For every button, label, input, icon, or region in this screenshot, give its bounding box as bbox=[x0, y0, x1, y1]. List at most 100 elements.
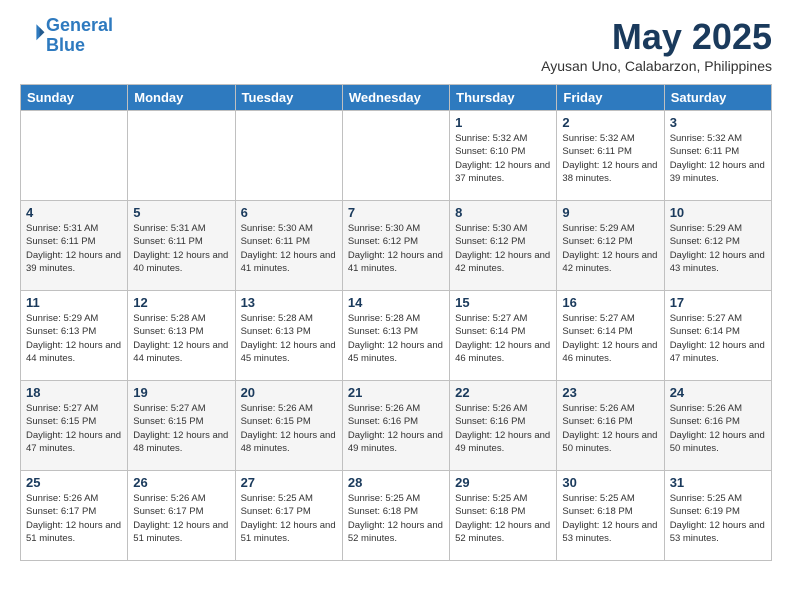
calendar-week-5: 25 Sunrise: 5:26 AM Sunset: 6:17 PM Dayli… bbox=[21, 471, 772, 561]
day-number: 31 bbox=[670, 475, 766, 490]
day-info: Sunrise: 5:25 AM Sunset: 6:17 PM Dayligh… bbox=[241, 492, 337, 545]
day-info: Sunrise: 5:28 AM Sunset: 6:13 PM Dayligh… bbox=[241, 312, 337, 365]
calendar-cell: 26 Sunrise: 5:26 AM Sunset: 6:17 PM Dayli… bbox=[128, 471, 235, 561]
calendar-header-row: SundayMondayTuesdayWednesdayThursdayFrid… bbox=[21, 85, 772, 111]
day-number: 28 bbox=[348, 475, 444, 490]
calendar-cell: 14Sunrise: 5:28 AM Sunset: 6:13 PM Dayli… bbox=[342, 291, 449, 381]
calendar-cell: 6 Sunrise: 5:30 AM Sunset: 6:11 PM Daylig… bbox=[235, 201, 342, 291]
calendar-header-monday: Monday bbox=[128, 85, 235, 111]
day-info: Sunrise: 5:28 AM Sunset: 6:13 PM Dayligh… bbox=[133, 312, 229, 365]
day-number: 2 bbox=[562, 115, 658, 130]
day-info: Sunrise: 5:27 AM Sunset: 6:15 PM Dayligh… bbox=[26, 402, 122, 455]
day-number: 13 bbox=[241, 295, 337, 310]
day-info: Sunrise: 5:25 AM Sunset: 6:18 PM Dayligh… bbox=[348, 492, 444, 545]
day-number: 22 bbox=[455, 385, 551, 400]
logo-icon bbox=[22, 21, 46, 45]
day-number: 9 bbox=[562, 205, 658, 220]
day-info: Sunrise: 5:32 AM Sunset: 6:11 PM Dayligh… bbox=[562, 132, 658, 185]
calendar-week-1: 1 Sunrise: 5:32 AM Sunset: 6:10 PM Daylig… bbox=[21, 111, 772, 201]
day-number: 15 bbox=[455, 295, 551, 310]
calendar-cell: 10 Sunrise: 5:29 AM Sunset: 6:12 PM Dayli… bbox=[664, 201, 771, 291]
day-info: Sunrise: 5:30 AM Sunset: 6:11 PM Dayligh… bbox=[241, 222, 337, 275]
calendar-cell: 23Sunrise: 5:26 AM Sunset: 6:16 PM Dayli… bbox=[557, 381, 664, 471]
calendar-cell bbox=[235, 111, 342, 201]
calendar-cell: 1 Sunrise: 5:32 AM Sunset: 6:10 PM Daylig… bbox=[450, 111, 557, 201]
day-info: Sunrise: 5:27 AM Sunset: 6:14 PM Dayligh… bbox=[455, 312, 551, 365]
logo-general: General bbox=[46, 15, 113, 35]
day-number: 20 bbox=[241, 385, 337, 400]
day-number: 8 bbox=[455, 205, 551, 220]
calendar-cell: 19 Sunrise: 5:27 AM Sunset: 6:15 PM Dayli… bbox=[128, 381, 235, 471]
calendar-cell: 3 Sunrise: 5:32 AM Sunset: 6:11 PM Daylig… bbox=[664, 111, 771, 201]
calendar-header-thursday: Thursday bbox=[450, 85, 557, 111]
day-info: Sunrise: 5:29 AM Sunset: 6:13 PM Dayligh… bbox=[26, 312, 122, 365]
day-number: 27 bbox=[241, 475, 337, 490]
logo-blue: Blue bbox=[46, 35, 85, 55]
calendar-cell: 7Sunrise: 5:30 AM Sunset: 6:12 PM Daylig… bbox=[342, 201, 449, 291]
day-info: Sunrise: 5:32 AM Sunset: 6:10 PM Dayligh… bbox=[455, 132, 551, 185]
calendar-cell: 27 Sunrise: 5:25 AM Sunset: 6:17 PM Dayli… bbox=[235, 471, 342, 561]
calendar-cell: 13 Sunrise: 5:28 AM Sunset: 6:13 PM Dayli… bbox=[235, 291, 342, 381]
calendar: SundayMondayTuesdayWednesdayThursdayFrid… bbox=[20, 84, 772, 561]
day-info: Sunrise: 5:26 AM Sunset: 6:16 PM Dayligh… bbox=[455, 402, 551, 455]
location: Ayusan Uno, Calabarzon, Philippines bbox=[541, 58, 772, 74]
day-info: Sunrise: 5:27 AM Sunset: 6:14 PM Dayligh… bbox=[562, 312, 658, 365]
day-number: 5 bbox=[133, 205, 229, 220]
calendar-cell: 5 Sunrise: 5:31 AM Sunset: 6:11 PM Daylig… bbox=[128, 201, 235, 291]
calendar-header-tuesday: Tuesday bbox=[235, 85, 342, 111]
title-block: May 2025 Ayusan Uno, Calabarzon, Philipp… bbox=[541, 16, 772, 74]
calendar-header-wednesday: Wednesday bbox=[342, 85, 449, 111]
calendar-cell: 30Sunrise: 5:25 AM Sunset: 6:18 PM Dayli… bbox=[557, 471, 664, 561]
calendar-cell: 12Sunrise: 5:28 AM Sunset: 6:13 PM Dayli… bbox=[128, 291, 235, 381]
calendar-week-2: 4 Sunrise: 5:31 AM Sunset: 6:11 PM Daylig… bbox=[21, 201, 772, 291]
calendar-cell: 24Sunrise: 5:26 AM Sunset: 6:16 PM Dayli… bbox=[664, 381, 771, 471]
day-info: Sunrise: 5:26 AM Sunset: 6:16 PM Dayligh… bbox=[348, 402, 444, 455]
day-number: 29 bbox=[455, 475, 551, 490]
calendar-header-saturday: Saturday bbox=[664, 85, 771, 111]
calendar-cell: 9Sunrise: 5:29 AM Sunset: 6:12 PM Daylig… bbox=[557, 201, 664, 291]
day-info: Sunrise: 5:25 AM Sunset: 6:19 PM Dayligh… bbox=[670, 492, 766, 545]
calendar-cell: 2 Sunrise: 5:32 AM Sunset: 6:11 PM Daylig… bbox=[557, 111, 664, 201]
month-title: May 2025 bbox=[541, 16, 772, 58]
day-info: Sunrise: 5:26 AM Sunset: 6:16 PM Dayligh… bbox=[562, 402, 658, 455]
calendar-cell: 22 Sunrise: 5:26 AM Sunset: 6:16 PM Dayli… bbox=[450, 381, 557, 471]
day-number: 21 bbox=[348, 385, 444, 400]
day-number: 11 bbox=[26, 295, 122, 310]
day-number: 25 bbox=[26, 475, 122, 490]
day-number: 26 bbox=[133, 475, 229, 490]
day-number: 30 bbox=[562, 475, 658, 490]
calendar-cell: 21 Sunrise: 5:26 AM Sunset: 6:16 PM Dayli… bbox=[342, 381, 449, 471]
calendar-cell: 8Sunrise: 5:30 AM Sunset: 6:12 PM Daylig… bbox=[450, 201, 557, 291]
logo-text: General Blue bbox=[46, 16, 113, 56]
header: General Blue May 2025 Ayusan Uno, Calaba… bbox=[20, 16, 772, 74]
day-number: 3 bbox=[670, 115, 766, 130]
calendar-cell: 17 Sunrise: 5:27 AM Sunset: 6:14 PM Dayli… bbox=[664, 291, 771, 381]
day-number: 10 bbox=[670, 205, 766, 220]
day-info: Sunrise: 5:31 AM Sunset: 6:11 PM Dayligh… bbox=[133, 222, 229, 275]
calendar-cell: 16 Sunrise: 5:27 AM Sunset: 6:14 PM Dayli… bbox=[557, 291, 664, 381]
calendar-header-friday: Friday bbox=[557, 85, 664, 111]
day-number: 1 bbox=[455, 115, 551, 130]
day-number: 18 bbox=[26, 385, 122, 400]
day-number: 16 bbox=[562, 295, 658, 310]
day-number: 19 bbox=[133, 385, 229, 400]
day-info: Sunrise: 5:26 AM Sunset: 6:17 PM Dayligh… bbox=[133, 492, 229, 545]
day-info: Sunrise: 5:26 AM Sunset: 6:16 PM Dayligh… bbox=[670, 402, 766, 455]
day-info: Sunrise: 5:29 AM Sunset: 6:12 PM Dayligh… bbox=[670, 222, 766, 275]
calendar-cell: 20Sunrise: 5:26 AM Sunset: 6:15 PM Dayli… bbox=[235, 381, 342, 471]
day-info: Sunrise: 5:32 AM Sunset: 6:11 PM Dayligh… bbox=[670, 132, 766, 185]
day-info: Sunrise: 5:30 AM Sunset: 6:12 PM Dayligh… bbox=[348, 222, 444, 275]
day-info: Sunrise: 5:27 AM Sunset: 6:15 PM Dayligh… bbox=[133, 402, 229, 455]
calendar-cell bbox=[128, 111, 235, 201]
day-info: Sunrise: 5:27 AM Sunset: 6:14 PM Dayligh… bbox=[670, 312, 766, 365]
day-number: 6 bbox=[241, 205, 337, 220]
logo: General Blue bbox=[20, 16, 113, 56]
calendar-week-3: 11 Sunrise: 5:29 AM Sunset: 6:13 PM Dayli… bbox=[21, 291, 772, 381]
day-number: 17 bbox=[670, 295, 766, 310]
calendar-cell: 15 Sunrise: 5:27 AM Sunset: 6:14 PM Dayli… bbox=[450, 291, 557, 381]
calendar-cell: 28 Sunrise: 5:25 AM Sunset: 6:18 PM Dayli… bbox=[342, 471, 449, 561]
calendar-cell: 4Sunrise: 5:31 AM Sunset: 6:11 PM Daylig… bbox=[21, 201, 128, 291]
day-number: 4 bbox=[26, 205, 122, 220]
day-info: Sunrise: 5:28 AM Sunset: 6:13 PM Dayligh… bbox=[348, 312, 444, 365]
day-info: Sunrise: 5:25 AM Sunset: 6:18 PM Dayligh… bbox=[455, 492, 551, 545]
